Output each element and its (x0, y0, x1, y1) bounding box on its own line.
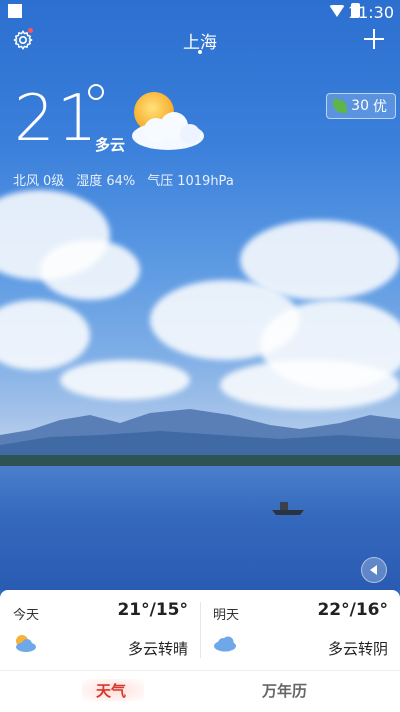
bottom-navigation: 天气 万年历 (0, 670, 400, 712)
humidity-info: 湿度 64% (76, 170, 135, 189)
cloud-decoration (220, 360, 400, 410)
forecast-temps: 21°/15° (117, 600, 188, 620)
wind-info: 北风 0级 (13, 170, 64, 189)
partly-cloudy-icon (132, 92, 204, 150)
aqi-level: 优 (373, 99, 387, 115)
pressure-value: 1019hPa (177, 174, 234, 189)
page-indicator-dot (198, 50, 202, 54)
sound-toggle-button[interactable] (361, 557, 387, 583)
aqi-value: 30 (351, 98, 369, 114)
current-condition: 多云 (95, 136, 126, 154)
pressure-label: 气压 (147, 174, 174, 189)
notification-icon (8, 4, 22, 18)
forecast-desc: 多云转晴 (127, 640, 188, 658)
current-temperature: 21 (14, 82, 100, 156)
wifi-icon (329, 4, 345, 17)
forecast-day: 今天 (13, 608, 40, 623)
partly-cloudy-icon (16, 635, 36, 652)
cloudy-icon (214, 636, 236, 652)
status-bar: 11:30 (0, 0, 400, 24)
cloud-decoration (0, 300, 90, 370)
weather-details: 北风 0级 湿度 64% 气压 1019hPa (13, 170, 234, 189)
tab-calendar[interactable]: 万年历 (262, 680, 307, 701)
tab-weather[interactable]: 天气 (96, 680, 126, 701)
humidity-value: 64% (106, 174, 136, 189)
pressure-info: 气压 1019hPa (147, 170, 234, 189)
cloud-decoration (40, 240, 140, 300)
forecast-day: 明天 (213, 608, 240, 623)
aqi-badge[interactable]: 30 优 (326, 93, 396, 119)
leaf-icon (333, 99, 348, 113)
wind-label: 北风 (13, 174, 40, 189)
boat-icon (272, 502, 304, 515)
lake (0, 466, 400, 590)
status-time: 11:30 (347, 3, 394, 22)
forecast-desc: 多云转阴 (327, 640, 388, 658)
forecast-temps: 22°/16° (317, 600, 388, 620)
cloud-decoration (60, 360, 190, 400)
degree-symbol (88, 84, 104, 100)
forecast-today[interactable]: 今天 21°/15° 多云转晴 (0, 590, 200, 670)
wind-value: 0级 (43, 174, 65, 189)
humidity-label: 湿度 (76, 174, 103, 189)
forecast-tomorrow[interactable]: 明天 22°/16° 多云转阴 (200, 590, 400, 670)
add-city-icon[interactable] (364, 29, 384, 49)
forecast-panel: 今天 21°/15° 多云转晴 明天 22°/16° 多云转阴 (0, 590, 400, 670)
